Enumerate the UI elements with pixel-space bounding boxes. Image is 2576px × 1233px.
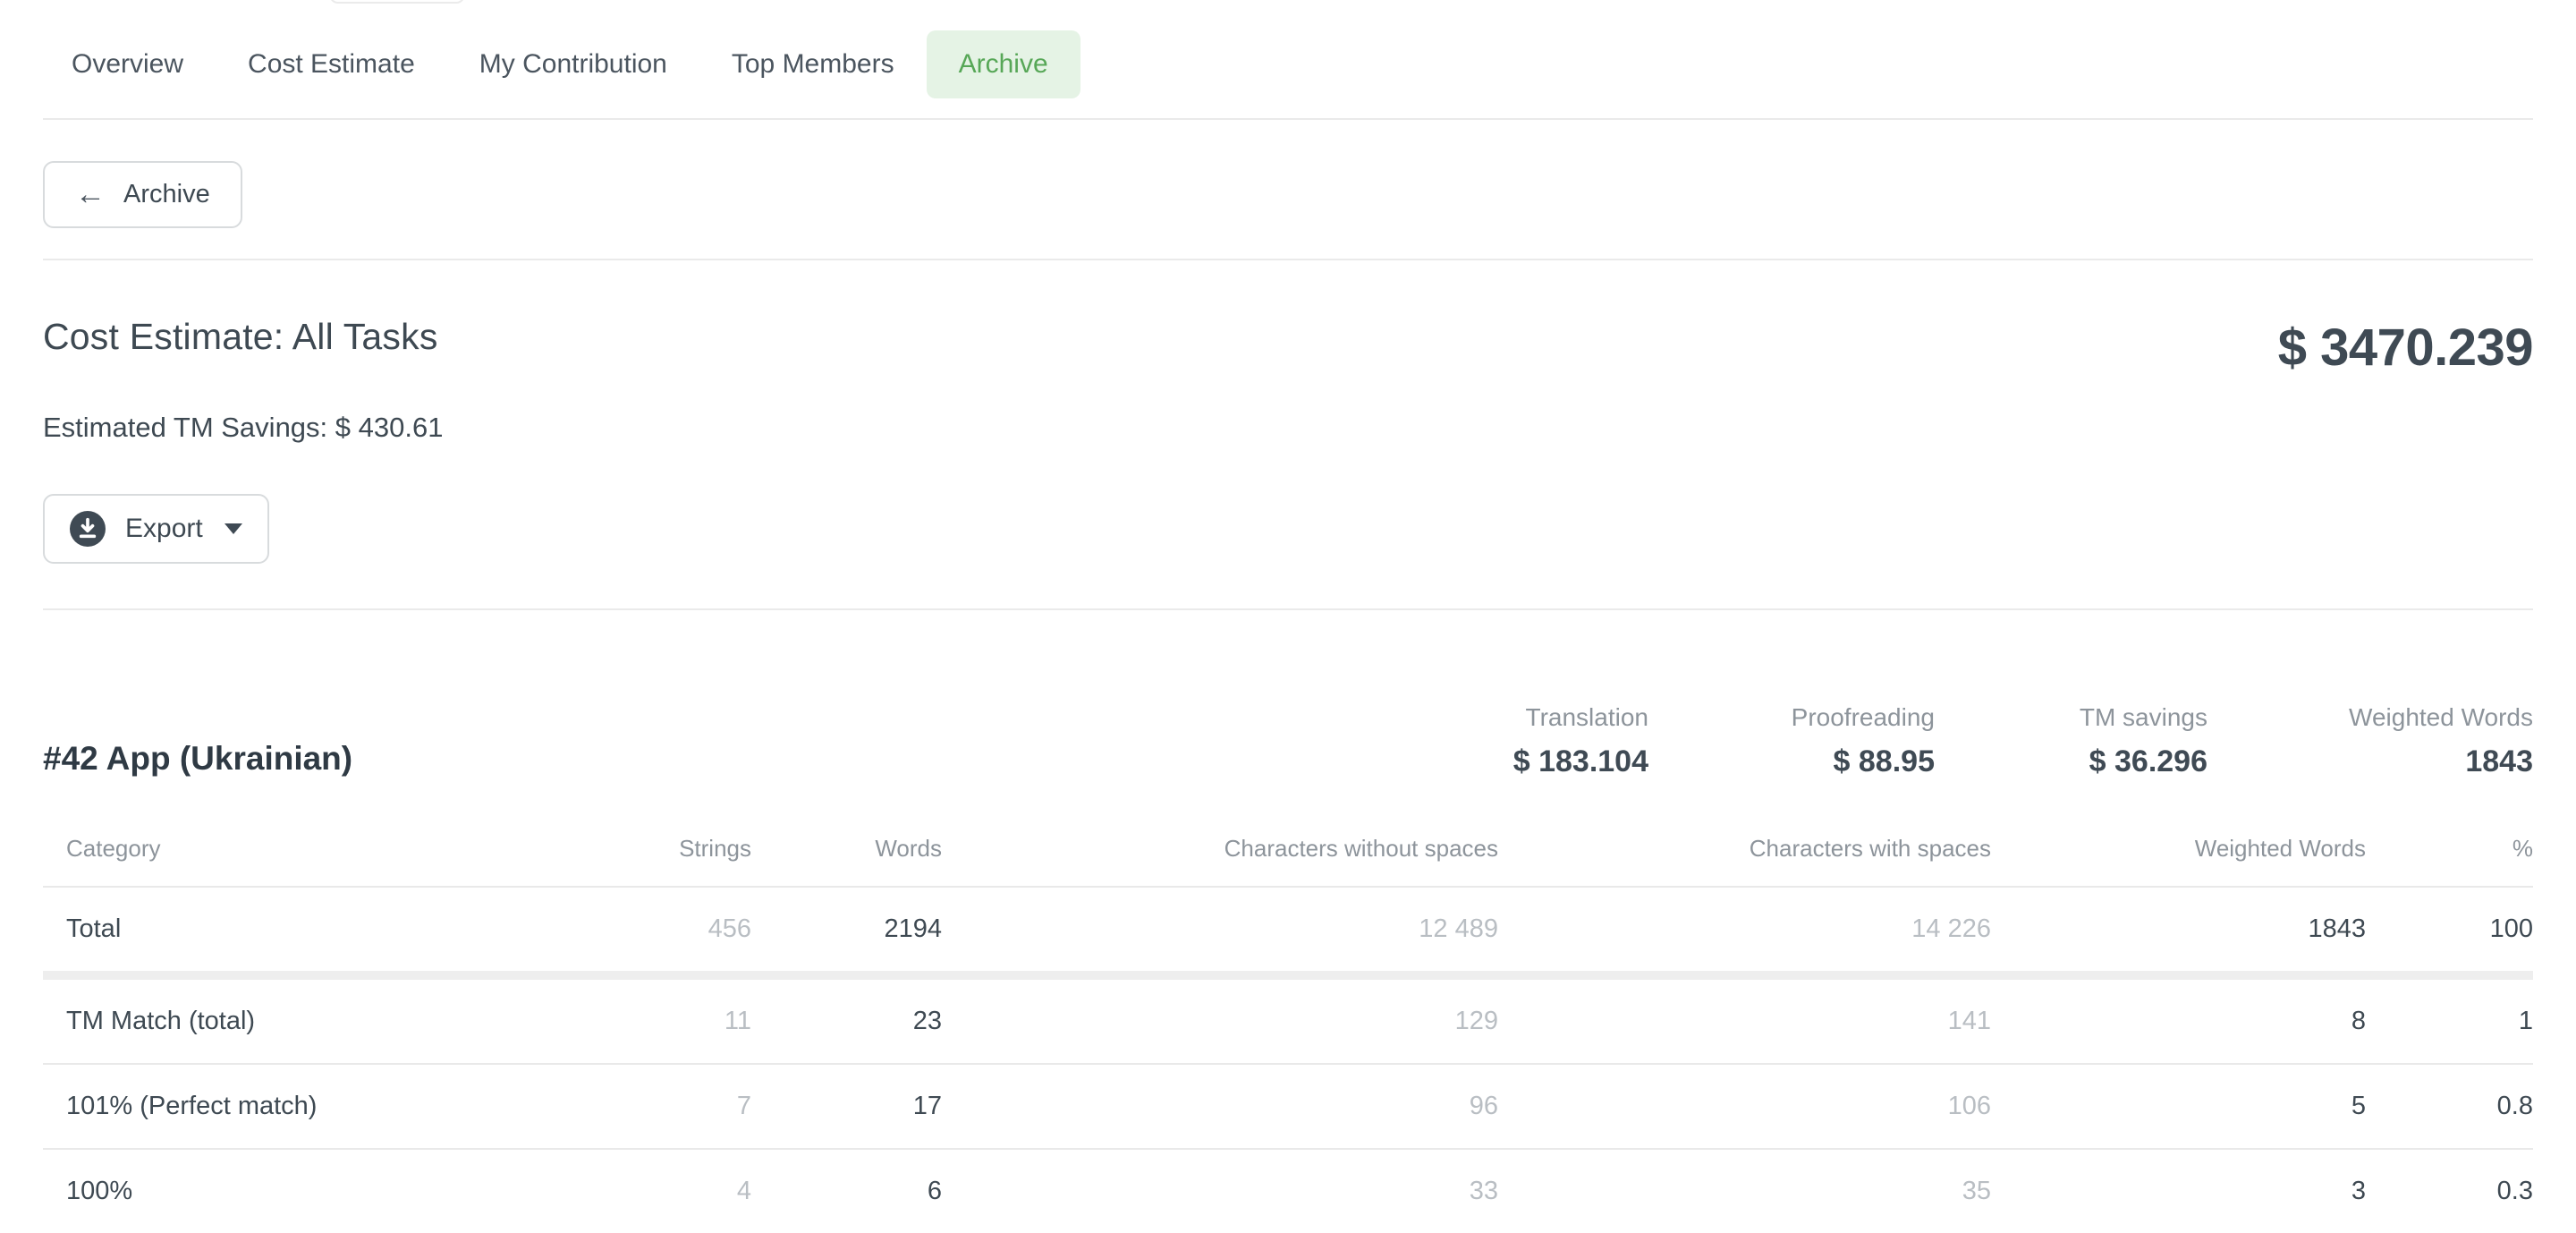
cell-percent: 100	[2366, 887, 2533, 975]
col-percent: %	[2366, 801, 2533, 887]
cost-estimate-table: Category Strings Words Characters withou…	[43, 801, 2533, 1233]
cell-weighted-words: 5	[1991, 1064, 2366, 1149]
stat-label: TM savings	[1935, 703, 2207, 732]
stat-label: Proofreading	[1648, 703, 1935, 732]
cell-weighted-words: 3	[1991, 1149, 2366, 1233]
cell-weighted-words: 8	[1991, 975, 2366, 1064]
tab-top-members[interactable]: Top Members	[699, 30, 927, 98]
stat-translation: Translation $ 183.104	[1380, 703, 1648, 779]
cell-words: 2194	[751, 887, 942, 975]
stat-value: $ 183.104	[1380, 744, 1648, 779]
stat-value: 1843	[2207, 744, 2533, 779]
divider	[43, 608, 2533, 610]
export-button-label: Export	[125, 514, 203, 544]
cell-chars-without-spaces: 33	[942, 1149, 1498, 1233]
cell-words: 23	[751, 975, 942, 1064]
cell-category: TM Match (total)	[43, 975, 544, 1064]
project-title: #42 App (Ukrainian)	[43, 740, 352, 778]
tab-archive[interactable]: Archive	[927, 30, 1080, 98]
stat-value: $ 88.95	[1648, 744, 1935, 779]
cell-chars-with-spaces: 35	[1498, 1149, 1991, 1233]
table-row: TM Match (total) 11 23 129 141 8 1	[43, 975, 2533, 1064]
cell-strings: 456	[544, 887, 751, 975]
cell-words: 17	[751, 1064, 942, 1149]
archive-back-label: Archive	[123, 180, 210, 209]
cell-chars-without-spaces: 12 489	[942, 887, 1498, 975]
cell-weighted-words: 1843	[1991, 887, 2366, 975]
tab-overview[interactable]: Overview	[39, 30, 216, 98]
project-stats: Translation $ 183.104 Proofreading $ 88.…	[1380, 703, 2533, 779]
col-chars-with-spaces: Characters with spaces	[1498, 801, 1991, 887]
col-category: Category	[43, 801, 544, 887]
cell-category: Total	[43, 887, 544, 975]
cost-summary-section: Cost Estimate: All Tasks $ 3470.239 Esti…	[0, 316, 2576, 444]
stat-label: Translation	[1380, 703, 1648, 732]
cell-chars-without-spaces: 96	[942, 1064, 1498, 1149]
col-strings: Strings	[544, 801, 751, 887]
cell-chars-with-spaces: 106	[1498, 1064, 1991, 1149]
stat-weighted-words: Weighted Words 1843	[2207, 703, 2533, 779]
table-row: Total 456 2194 12 489 14 226 1843 100	[43, 887, 2533, 975]
col-words: Words	[751, 801, 942, 887]
export-button[interactable]: Export	[43, 494, 269, 564]
page-title: Cost Estimate: All Tasks	[43, 316, 438, 358]
archive-back-button[interactable]: ← Archive	[43, 161, 242, 228]
arrow-left-icon: ←	[75, 182, 106, 208]
col-chars-without-spaces: Characters without spaces	[942, 801, 1498, 887]
caret-down-icon	[225, 523, 242, 534]
cell-chars-without-spaces: 129	[942, 975, 1498, 1064]
divider	[43, 259, 2533, 260]
download-icon	[70, 511, 106, 547]
cell-words: 6	[751, 1149, 942, 1233]
cell-percent: 1	[2366, 975, 2533, 1064]
cell-strings: 7	[544, 1064, 751, 1149]
tm-savings-line: Estimated TM Savings: $ 430.61	[43, 412, 2533, 444]
cell-percent: 0.8	[2366, 1064, 2533, 1149]
table-row: 100% 4 6 33 35 3 0.3	[43, 1149, 2533, 1233]
cell-chars-with-spaces: 141	[1498, 975, 1991, 1064]
project-section-header: #42 App (Ukrainian) Translation $ 183.10…	[43, 703, 2533, 779]
report-tabs: Overview Cost Estimate My Contribution T…	[0, 0, 2576, 98]
tab-my-contribution[interactable]: My Contribution	[447, 30, 699, 98]
stat-proofreading: Proofreading $ 88.95	[1648, 703, 1935, 779]
grand-total-value: $ 3470.239	[2278, 318, 2533, 378]
cell-category: 101% (Perfect match)	[43, 1064, 544, 1149]
stat-tm-savings: TM savings $ 36.296	[1935, 703, 2207, 779]
tab-cost-estimate[interactable]: Cost Estimate	[216, 30, 447, 98]
table-header-row: Category Strings Words Characters withou…	[43, 801, 2533, 887]
popover-remnant	[329, 0, 465, 4]
cell-chars-with-spaces: 14 226	[1498, 887, 1991, 975]
cell-strings: 4	[544, 1149, 751, 1233]
cell-category: 100%	[43, 1149, 544, 1233]
cell-percent: 0.3	[2366, 1149, 2533, 1233]
cell-strings: 11	[544, 975, 751, 1064]
table-row: 101% (Perfect match) 7 17 96 106 5 0.8	[43, 1064, 2533, 1149]
divider	[43, 118, 2533, 120]
col-weighted-words: Weighted Words	[1991, 801, 2366, 887]
stat-value: $ 36.296	[1935, 744, 2207, 779]
stat-label: Weighted Words	[2207, 703, 2533, 732]
